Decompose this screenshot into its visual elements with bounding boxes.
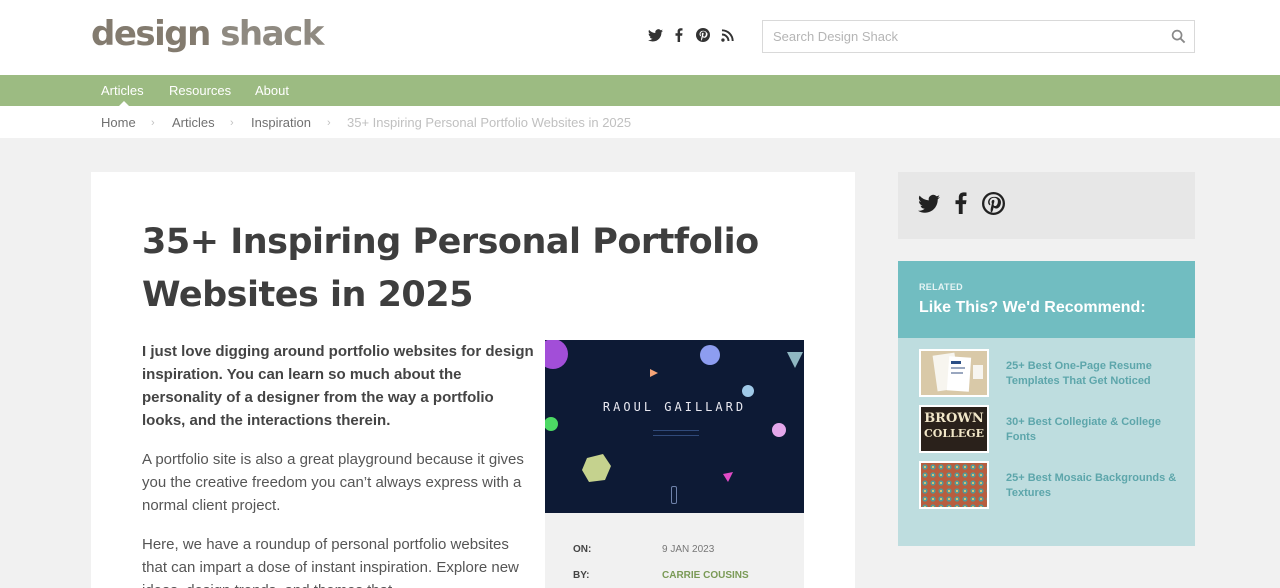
meta-date-label: ON: xyxy=(573,544,592,555)
breadcrumb-current: 35+ Inspiring Personal Portfolio Website… xyxy=(347,115,632,130)
nav-item-about[interactable]: About xyxy=(255,83,289,98)
related-item[interactable]: 25+ Best Mosaic Backgrounds & Textures xyxy=(919,461,1179,509)
share-box xyxy=(898,172,1195,239)
scroll-indicator-icon xyxy=(671,486,677,504)
twitter-icon[interactable] xyxy=(647,27,663,43)
search-icon[interactable] xyxy=(1171,29,1186,44)
related-thumbnail: BROWN COLLEGE xyxy=(919,405,989,453)
header-social-links xyxy=(647,27,735,43)
breadcrumb-separator: › xyxy=(327,117,331,129)
resume-thumbnail-art xyxy=(921,351,987,395)
meta-author-link[interactable]: CARRIE COUSINS xyxy=(662,570,749,581)
article-lead: I just love digging around portfolio web… xyxy=(142,343,534,429)
brown-college-thumb-line1: BROWN xyxy=(924,411,984,426)
nav-item-articles[interactable]: Articles xyxy=(101,83,144,98)
site-logo[interactable]: design shack xyxy=(91,14,324,54)
related-item-label: 25+ Best One-Page Resume Templates That … xyxy=(1006,360,1152,387)
search-box xyxy=(762,20,1195,53)
article-title: 35+ Inspiring Personal Portfolio Website… xyxy=(142,222,759,315)
search-input[interactable] xyxy=(763,21,1163,52)
breadcrumb-home[interactable]: Home xyxy=(101,115,136,130)
mosaic-thumbnail-art xyxy=(921,463,987,507)
related-item-label: 30+ Best Collegiate & College Fonts xyxy=(1006,416,1161,443)
breadcrumb-articles[interactable]: Articles xyxy=(172,115,215,130)
nav-item-resources[interactable]: Resources xyxy=(169,83,231,98)
related-widget: RELATED Like This? We'd Recommend: 25+ B… xyxy=(898,261,1195,546)
pinterest-icon[interactable] xyxy=(982,192,1006,216)
logo-word-shack: shack xyxy=(220,14,324,54)
related-item[interactable]: BROWN COLLEGE 30+ Best Collegiate & Coll… xyxy=(919,405,1179,453)
breadcrumb-separator: › xyxy=(230,117,234,129)
related-item[interactable]: 25+ Best One-Page Resume Templates That … xyxy=(919,349,1179,397)
breadcrumb-inspiration[interactable]: Inspiration xyxy=(251,115,311,130)
featured-image[interactable]: RAOUL GAILLARD xyxy=(545,340,804,513)
rss-icon[interactable] xyxy=(719,27,735,43)
breadcrumb-separator: › xyxy=(151,117,155,129)
related-header: RELATED Like This? We'd Recommend: xyxy=(898,261,1195,338)
related-thumbnail xyxy=(919,349,989,397)
article-card: 35+ Inspiring Personal Portfolio Website… xyxy=(91,172,855,588)
site-header: design shack xyxy=(0,0,1280,75)
article-meta: ON: 9 JAN 2023 BY: CARRIE COUSINS xyxy=(545,513,804,588)
brown-college-thumb-line2: COLLEGE xyxy=(924,427,984,440)
facebook-icon[interactable] xyxy=(671,27,687,43)
twitter-icon[interactable] xyxy=(918,192,942,216)
related-kicker: RELATED xyxy=(919,282,963,292)
related-thumbnail xyxy=(919,461,989,509)
main-nav: Articles Resources About xyxy=(0,75,1280,106)
related-title: Like This? We'd Recommend: xyxy=(919,299,1146,316)
article-paragraph: A portfolio site is also a great playgro… xyxy=(142,451,524,514)
meta-date-value: 9 JAN 2023 xyxy=(662,544,715,555)
article-paragraph: Here, we have a roundup of personal port… xyxy=(142,536,519,588)
breadcrumb: Home › Articles › Inspiration › 35+ Insp… xyxy=(0,106,1280,138)
meta-author-label: BY: xyxy=(573,570,590,581)
featured-image-name: RAOUL GAILLARD xyxy=(602,400,747,414)
logo-word-design: design xyxy=(91,14,211,54)
facebook-icon[interactable] xyxy=(955,192,979,216)
related-item-label: 25+ Best Mosaic Backgrounds & Textures xyxy=(1006,472,1177,499)
featured-image-subtitle xyxy=(653,430,699,436)
pinterest-icon[interactable] xyxy=(695,27,711,43)
